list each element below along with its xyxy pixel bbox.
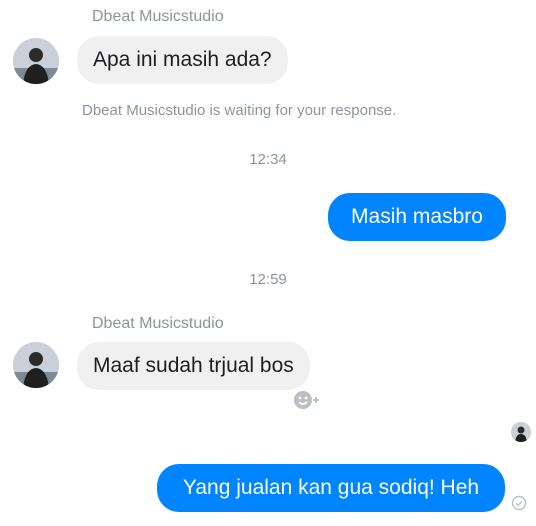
chat-thread: Dbeat Musicstudio Apa ini masih ada? Dbe… [0,0,536,526]
delivered-check-icon [511,495,527,511]
timestamp: 12:34 [249,151,287,168]
avatar[interactable] [13,342,59,388]
message-bubble-incoming[interactable]: Maaf sudah trjual bos [77,342,310,390]
waiting-notice: Dbeat Musicstudio is waiting for your re… [82,102,397,119]
sender-name: Dbeat Musicstudio [92,315,224,332]
person-photo-icon [13,38,59,84]
message-bubble-incoming[interactable]: Apa ini masih ada? [77,36,288,84]
avatar[interactable] [13,38,59,84]
add-reaction-icon[interactable] [292,389,322,411]
message-bubble-outgoing[interactable]: Masih masbro [328,193,506,241]
person-photo-icon [13,342,59,388]
message-bubble-outgoing[interactable]: Yang jualan kan gua sodiq! Heh [157,464,505,512]
seen-avatar-icon [511,422,531,442]
timestamp: 12:59 [249,271,287,288]
sender-name: Dbeat Musicstudio [92,8,224,25]
